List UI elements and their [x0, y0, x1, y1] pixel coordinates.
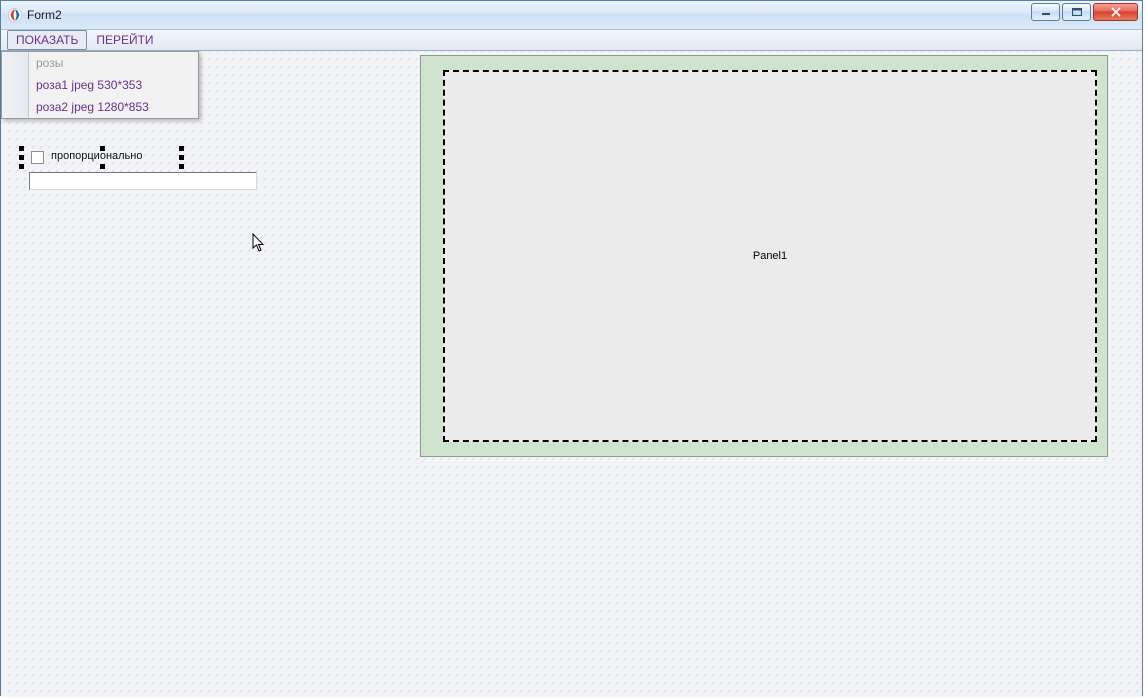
- show-dropdown: розы роза1 jpeg 530*353 роза2 jpeg 1280*…: [1, 51, 199, 119]
- minimize-button[interactable]: [1031, 3, 1060, 21]
- resize-handle-tr[interactable]: [179, 146, 184, 151]
- panel1[interactable]: Panel1: [443, 70, 1097, 442]
- checkbox-box[interactable]: [31, 151, 44, 164]
- cursor-icon: [252, 233, 266, 253]
- titlebar[interactable]: Form2: [1, 1, 1142, 30]
- resize-handle-bl[interactable]: [19, 164, 24, 169]
- form-window: Form2 ПОКАЗАТЬ ПЕРЕЙТИ: [0, 0, 1143, 696]
- menu-goto[interactable]: ПЕРЕЙТИ: [87, 30, 162, 50]
- resize-handle-bm[interactable]: [100, 164, 105, 169]
- dropdown-item-rose2[interactable]: роза2 jpeg 1280*853: [2, 96, 198, 118]
- resize-handle-mr[interactable]: [179, 155, 184, 160]
- checkbox-label: пропорционально: [50, 150, 143, 162]
- close-icon: [1110, 7, 1122, 17]
- menubar: ПОКАЗАТЬ ПЕРЕЙТИ: [1, 30, 1142, 51]
- resize-handle-br[interactable]: [179, 164, 184, 169]
- proportional-checkbox[interactable]: пропорционально: [22, 149, 182, 166]
- dropdown-item-roses-header: розы: [2, 52, 198, 74]
- panel1-outer[interactable]: Panel1: [420, 55, 1108, 457]
- delphi-app-icon: [7, 7, 23, 23]
- maximize-icon: [1072, 8, 1082, 16]
- close-button[interactable]: [1093, 3, 1138, 21]
- resize-handle-tl[interactable]: [19, 146, 24, 151]
- window-title: Form2: [27, 8, 62, 22]
- form-designer-surface[interactable]: розы роза1 jpeg 530*353 роза2 jpeg 1280*…: [1, 51, 1142, 697]
- menu-show[interactable]: ПОКАЗАТЬ: [7, 30, 87, 50]
- resize-handle-ml[interactable]: [19, 155, 24, 160]
- window-controls: [1031, 3, 1138, 21]
- text-input[interactable]: [29, 172, 257, 190]
- resize-handle-tm[interactable]: [100, 146, 105, 151]
- panel1-caption: Panel1: [753, 250, 787, 262]
- dropdown-item-rose1[interactable]: роза1 jpeg 530*353: [2, 74, 198, 96]
- minimize-icon: [1041, 8, 1051, 16]
- maximize-button[interactable]: [1062, 3, 1091, 21]
